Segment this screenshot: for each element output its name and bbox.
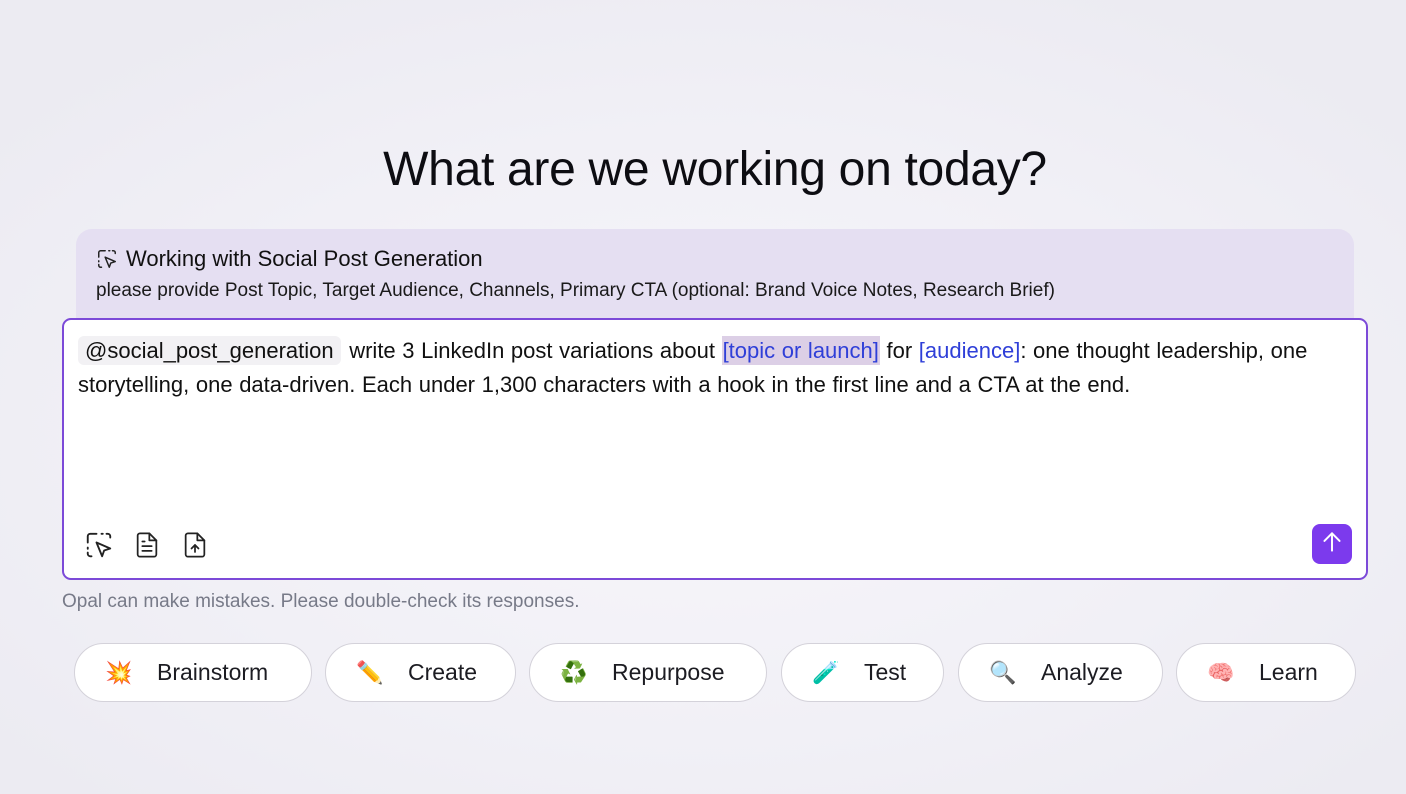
chip-test[interactable]: 🧪 Test: [781, 643, 944, 702]
document-icon[interactable]: [132, 530, 162, 560]
chip-brainstorm[interactable]: 💥 Brainstorm: [74, 643, 312, 702]
collision-icon: 💥: [105, 659, 133, 685]
disclaimer-text: Opal can make mistakes. Please double-ch…: [62, 591, 580, 612]
placeholder-topic[interactable]: [topic or launch]: [721, 336, 880, 365]
test-tube-icon: 🧪: [812, 659, 840, 685]
file-upload-icon[interactable]: [180, 530, 210, 560]
send-button[interactable]: [1312, 524, 1352, 564]
chip-label: Create: [408, 659, 478, 685]
chip-learn[interactable]: 🧠 Learn: [1176, 643, 1356, 702]
prompt-composer[interactable]: @social_post_generation write 3 LinkedIn…: [62, 318, 1368, 580]
chip-label: Analyze: [1041, 659, 1123, 685]
arrow-up-icon: [1319, 529, 1345, 560]
cursor-select-icon: [96, 248, 118, 270]
chip-analyze[interactable]: 🔍 Analyze: [958, 643, 1163, 702]
cursor-select-icon[interactable]: [84, 530, 114, 560]
agent-mention-tag[interactable]: @social_post_generation: [78, 336, 341, 365]
recycle-icon: ♻️: [560, 659, 588, 685]
page-title: What are we working on today?: [383, 143, 1047, 196]
composer-toolbar: [84, 530, 210, 560]
banner-subtitle: please provide Post Topic, Target Audien…: [96, 280, 1055, 301]
magnifier-icon: 🔍: [989, 659, 1017, 685]
placeholder-audience[interactable]: [audience]: [919, 338, 1021, 363]
chip-label: Repurpose: [612, 659, 725, 685]
chip-label: Learn: [1259, 659, 1318, 685]
banner-title: Working with Social Post Generation: [126, 246, 483, 271]
chip-label: Test: [864, 659, 907, 685]
chip-create[interactable]: ✏️ Create: [325, 643, 516, 702]
prompt-text: for: [879, 338, 919, 363]
chip-repurpose[interactable]: ♻️ Repurpose: [529, 643, 767, 702]
brain-icon: 🧠: [1207, 659, 1235, 685]
prompt-text: write 3 LinkedIn post variations about: [342, 338, 722, 363]
pencil-icon: ✏️: [356, 659, 384, 685]
chip-label: Brainstorm: [157, 659, 269, 685]
prompt-input[interactable]: @social_post_generation write 3 LinkedIn…: [78, 334, 1348, 402]
